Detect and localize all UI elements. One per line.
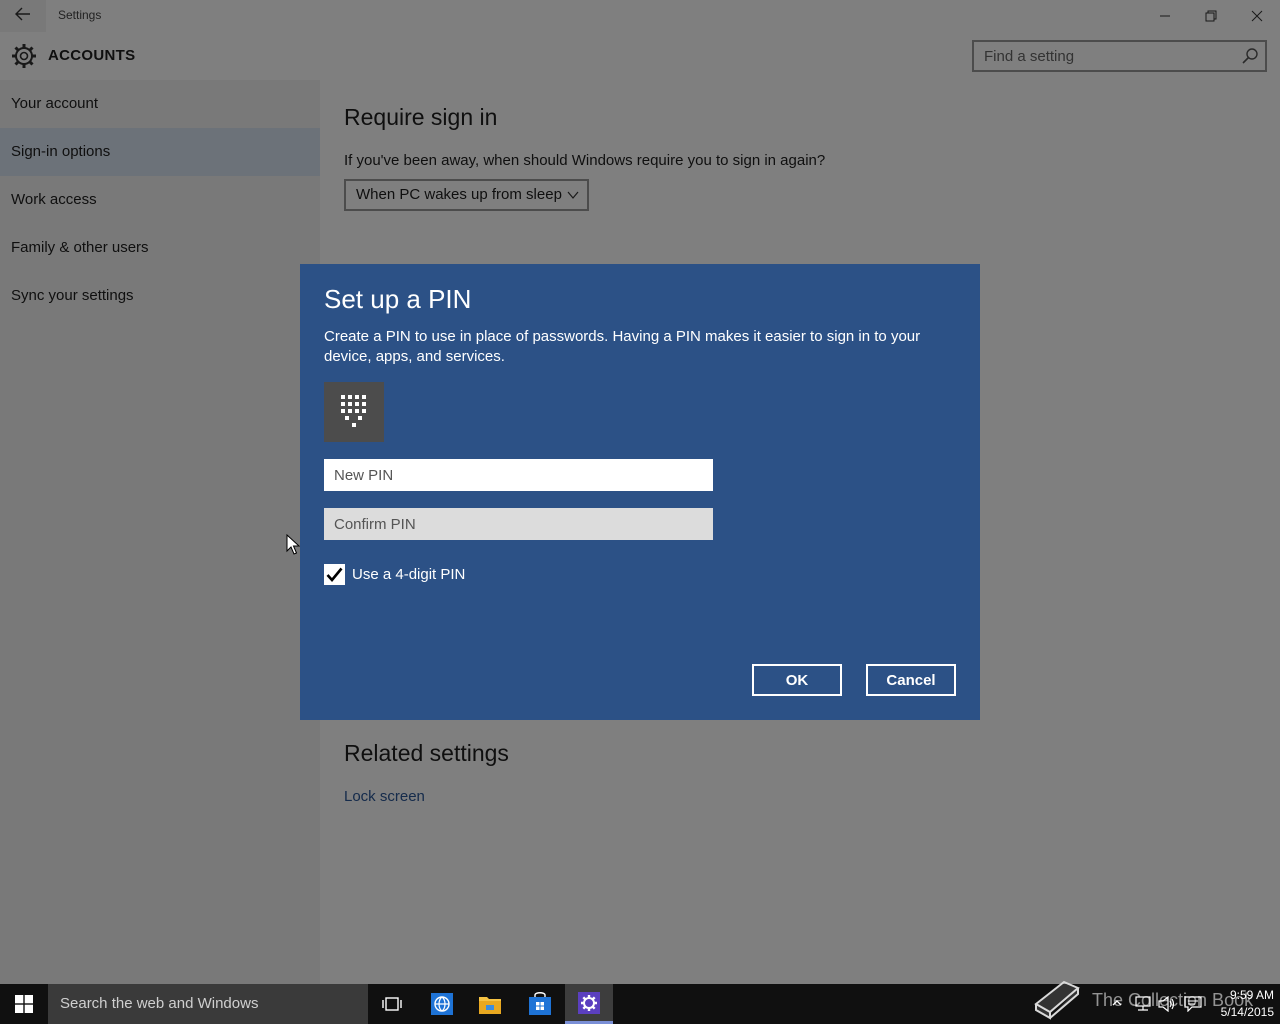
network-button[interactable] <box>1134 996 1152 1015</box>
settings-icon <box>578 991 600 1014</box>
confirm-pin-field[interactable] <box>324 508 713 540</box>
taskbar: Search the web and Windows The Collectio… <box>0 980 1280 1024</box>
four-digit-pin-checkbox[interactable] <box>324 564 345 585</box>
file-explorer-button[interactable] <box>466 984 514 1024</box>
store-button[interactable] <box>516 984 564 1024</box>
dialog-description: Create a PIN to use in place of password… <box>324 328 921 365</box>
cancel-button[interactable]: Cancel <box>866 664 956 696</box>
action-center-icon <box>1184 996 1202 1013</box>
chevron-up-icon <box>1112 1000 1122 1006</box>
checkmark-icon <box>326 567 343 582</box>
dialog-title: Set up a PIN <box>324 284 472 314</box>
ie-button[interactable] <box>418 984 466 1024</box>
network-icon <box>1135 996 1151 1011</box>
start-button[interactable] <box>0 984 48 1024</box>
new-pin-field[interactable] <box>324 459 713 491</box>
action-center-button[interactable] <box>1184 996 1202 1015</box>
ie-icon <box>431 993 453 1015</box>
file-explorer-icon <box>479 997 501 1014</box>
ok-button[interactable]: OK <box>752 664 842 696</box>
task-view-button[interactable] <box>368 984 416 1024</box>
windows-logo-icon <box>15 995 33 1013</box>
clock-time[interactable]: 9:59 AM <box>1206 988 1274 1002</box>
taskbar-search-text: Search the web and Windows <box>60 995 259 1012</box>
volume-button[interactable] <box>1158 995 1176 1015</box>
settings-taskbar-button[interactable] <box>565 984 613 1024</box>
taskbar-search-box[interactable]: Search the web and Windows <box>48 984 368 1024</box>
store-icon <box>529 992 551 1015</box>
show-hidden-icons-button[interactable] <box>1112 996 1122 1010</box>
mouse-cursor-icon <box>286 534 300 555</box>
four-digit-pin-label[interactable]: Use a 4-digit PIN <box>352 566 465 583</box>
keypad-icon <box>324 382 384 442</box>
watermark-book-icon <box>1034 980 1080 1020</box>
clock-date[interactable]: 5/14/2015 <box>1206 1005 1274 1019</box>
volume-icon <box>1158 995 1175 1013</box>
task-view-icon <box>382 997 402 1011</box>
setup-pin-dialog: Set up a PIN Create a PIN to use in plac… <box>300 264 980 720</box>
